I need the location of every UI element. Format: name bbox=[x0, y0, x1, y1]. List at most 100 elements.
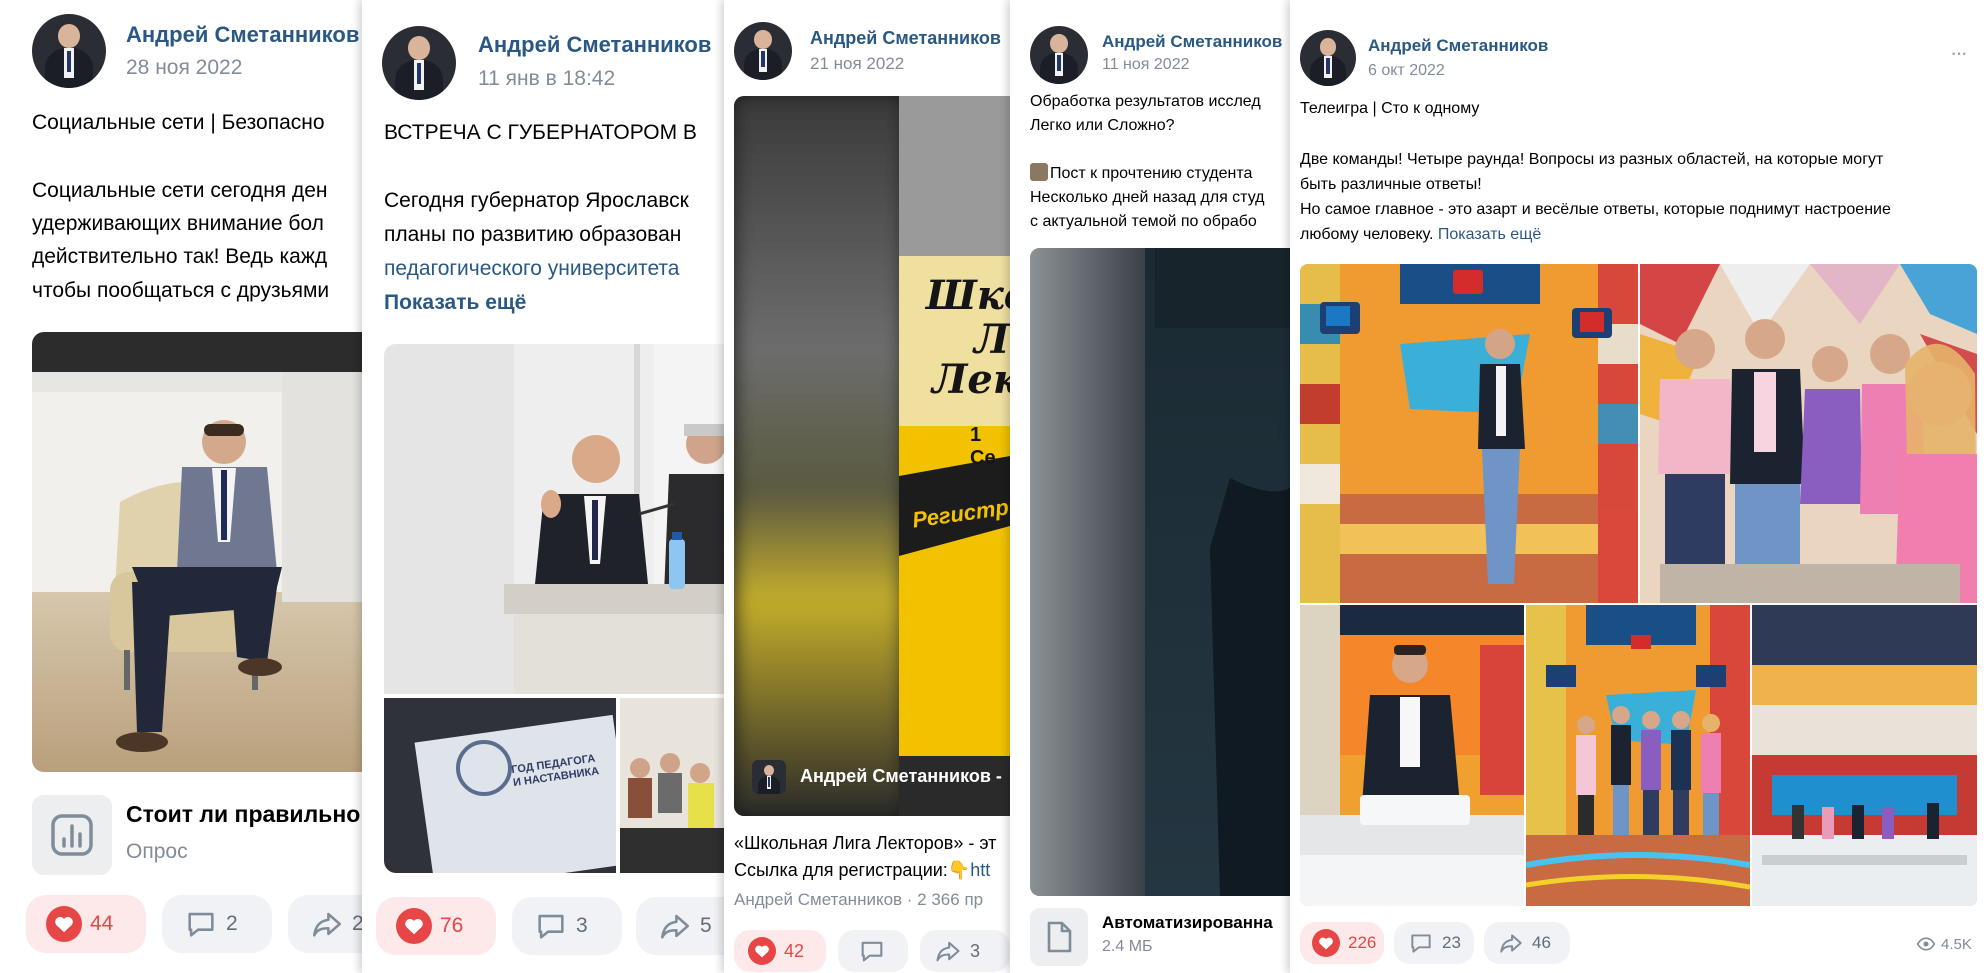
post-photo-4[interactable] bbox=[1526, 605, 1750, 906]
poll-title[interactable]: Стоит ли правильно bbox=[126, 797, 360, 833]
poster-text-3: Лек bbox=[932, 356, 1010, 403]
post-date[interactable]: 11 янв в 18:42 bbox=[478, 67, 615, 91]
heart-icon bbox=[46, 906, 82, 942]
post-date[interactable]: 11 ноя 2022 bbox=[1102, 56, 1190, 74]
registration-link[interactable]: htt bbox=[970, 860, 990, 880]
like-button[interactable]: 42 bbox=[734, 930, 826, 972]
video-author: Андрей Сметанников - bbox=[800, 766, 1002, 786]
author-name[interactable]: Андрей Сметанников bbox=[478, 32, 711, 58]
share-button[interactable]: 5 bbox=[636, 897, 724, 955]
comment-button[interactable]: 2 bbox=[162, 895, 272, 953]
comment-icon bbox=[861, 941, 883, 962]
post-photo-1[interactable] bbox=[1300, 264, 1638, 603]
poster-text-1: Шко bbox=[926, 272, 1010, 319]
post-line-1: Сегодня губернатор Ярославск bbox=[384, 189, 689, 212]
share-button[interactable]: 46 bbox=[1484, 922, 1570, 964]
heart-icon bbox=[748, 937, 776, 965]
like-count: 226 bbox=[1348, 933, 1377, 952]
post-card-1: Андрей Сметанников 28 ноя 2022 Социальны… bbox=[8, 0, 378, 973]
share-icon bbox=[660, 914, 690, 939]
poll-label: Опрос bbox=[126, 840, 188, 863]
comment-icon bbox=[538, 914, 564, 939]
like-count: 44 bbox=[90, 912, 114, 935]
post-card-5: Андрей Сметанников 6 окт 2022 ··· Телеиг… bbox=[1290, 0, 1987, 973]
post-line-3-text: Пост к прочтению студента bbox=[1050, 165, 1253, 182]
post-line-4: любому человеку. Показать ещё bbox=[1300, 223, 1541, 248]
like-button[interactable]: 76 bbox=[376, 897, 496, 955]
comment-button[interactable] bbox=[838, 930, 908, 972]
comment-count: 23 bbox=[1442, 933, 1461, 952]
author-avatar[interactable] bbox=[734, 22, 792, 80]
post-photo-2[interactable] bbox=[1640, 264, 1977, 603]
post-line-3: действительно так! Ведь кажд bbox=[32, 245, 328, 268]
comment-icon bbox=[1411, 934, 1431, 953]
like-count: 42 bbox=[784, 940, 805, 961]
post-photo-thumb-1[interactable]: ГОД ПЕДАГОГА И НАСТАВНИКА bbox=[384, 698, 616, 873]
comment-count: 3 bbox=[576, 914, 588, 937]
views-counter: 4.5K bbox=[1916, 934, 1972, 954]
author-avatar[interactable] bbox=[1300, 30, 1356, 86]
document-icon bbox=[1047, 921, 1072, 953]
post-title: ВСТРЕЧА С ГУБЕРНАТОРОМ В bbox=[384, 121, 697, 144]
share-icon bbox=[312, 912, 342, 937]
post-card-2: Андрей Сметанников 11 янв в 18:42 ВСТРЕЧ… bbox=[362, 0, 724, 973]
like-button[interactable]: 226 bbox=[1300, 922, 1384, 964]
post-photo[interactable] bbox=[32, 332, 378, 772]
comment-button[interactable]: 23 bbox=[1394, 922, 1474, 964]
post-line-2: Ссылка для регистрации:👇htt bbox=[734, 857, 990, 885]
post-line-1: Социальные сети сегодня ден bbox=[32, 179, 328, 202]
post-line-1: Две команды! Четыре раунда! Вопросы из р… bbox=[1300, 151, 1884, 168]
post-line-2-text: Ссылка для регистрации: bbox=[734, 860, 948, 880]
poll-icon-box[interactable] bbox=[32, 795, 112, 875]
author-avatar[interactable] bbox=[382, 26, 456, 100]
views-count: 4.5K bbox=[1941, 935, 1972, 953]
post-line-2: удерживающих внимание бол bbox=[32, 212, 324, 235]
share-icon bbox=[1500, 934, 1522, 953]
document-icon-box[interactable] bbox=[1030, 908, 1088, 966]
heart-icon bbox=[1312, 929, 1340, 957]
comment-button[interactable]: 3 bbox=[512, 897, 622, 955]
author-avatar[interactable] bbox=[32, 14, 106, 88]
post-card-3: Андрей Сметанников 21 ноя 2022 Шко bbox=[724, 0, 1010, 973]
post-line-2: быть различные ответы! bbox=[1300, 176, 1482, 193]
post-photo-5[interactable] bbox=[1752, 605, 1977, 906]
post-line-2: Легко или Сложно? bbox=[1030, 117, 1175, 134]
post-line-1: «Школьная Лига Лекторов» - эт bbox=[734, 833, 997, 853]
share-count: 3 bbox=[970, 940, 981, 961]
post-photo-3[interactable] bbox=[1300, 605, 1524, 906]
author-name[interactable]: Андрей Сметанников bbox=[1102, 32, 1282, 52]
post-photo-thumb-2[interactable] bbox=[620, 698, 724, 873]
share-button[interactable]: 3 bbox=[920, 930, 1010, 972]
post-date[interactable]: 21 ноя 2022 bbox=[810, 54, 904, 74]
document-size: 2.4 МБ bbox=[1102, 938, 1153, 955]
post-line-3: Но самое главное - это азарт и весёлые о… bbox=[1300, 201, 1891, 218]
post-date[interactable]: 6 окт 2022 bbox=[1368, 62, 1445, 80]
author-name[interactable]: Андрей Сметанников bbox=[1368, 36, 1548, 56]
post-line-2: планы по развитию образован bbox=[384, 223, 682, 246]
poster-text-6: Д bbox=[992, 536, 1008, 561]
document-title[interactable]: Автоматизированна bbox=[1102, 910, 1273, 936]
post-photo[interactable] bbox=[1030, 248, 1290, 896]
post-line-4: чтобы пообщаться с друзьями bbox=[32, 279, 330, 302]
show-more-link[interactable]: Показать ещё bbox=[1438, 226, 1541, 243]
heart-icon bbox=[396, 908, 432, 944]
post-date[interactable]: 28 ноя 2022 bbox=[126, 56, 242, 80]
share-count: 5 bbox=[700, 914, 712, 937]
post-card-4: Андрей Сметанников 11 ноя 2022 Обработка… bbox=[1010, 0, 1290, 973]
author-avatar[interactable] bbox=[1030, 26, 1088, 84]
share-count: 46 bbox=[1532, 933, 1551, 952]
show-more-link[interactable]: Показать ещё bbox=[384, 287, 526, 320]
post-photo-main[interactable] bbox=[384, 344, 724, 694]
author-name[interactable]: Андрей Сметанников bbox=[126, 22, 359, 48]
post-line-1: Обработка результатов исслед bbox=[1030, 93, 1261, 110]
like-button[interactable]: 44 bbox=[26, 895, 146, 953]
video-preview[interactable]: Шко Л Лек 1 Се Регистр Д Андрей Сметанни… bbox=[734, 96, 1010, 816]
more-options-icon[interactable]: ··· bbox=[1950, 40, 1968, 66]
video-author-avatar bbox=[752, 760, 786, 794]
author-name[interactable]: Андрей Сметанников bbox=[810, 28, 1001, 49]
post-line-4: Несколько дней назад для студ bbox=[1030, 189, 1265, 206]
pointing-hand-icon: 👇 bbox=[947, 860, 971, 880]
post-title: Социальные сети | Безопасно bbox=[32, 111, 325, 134]
comment-count: 2 bbox=[226, 912, 238, 935]
post-link[interactable]: педагогического университета bbox=[384, 253, 680, 286]
